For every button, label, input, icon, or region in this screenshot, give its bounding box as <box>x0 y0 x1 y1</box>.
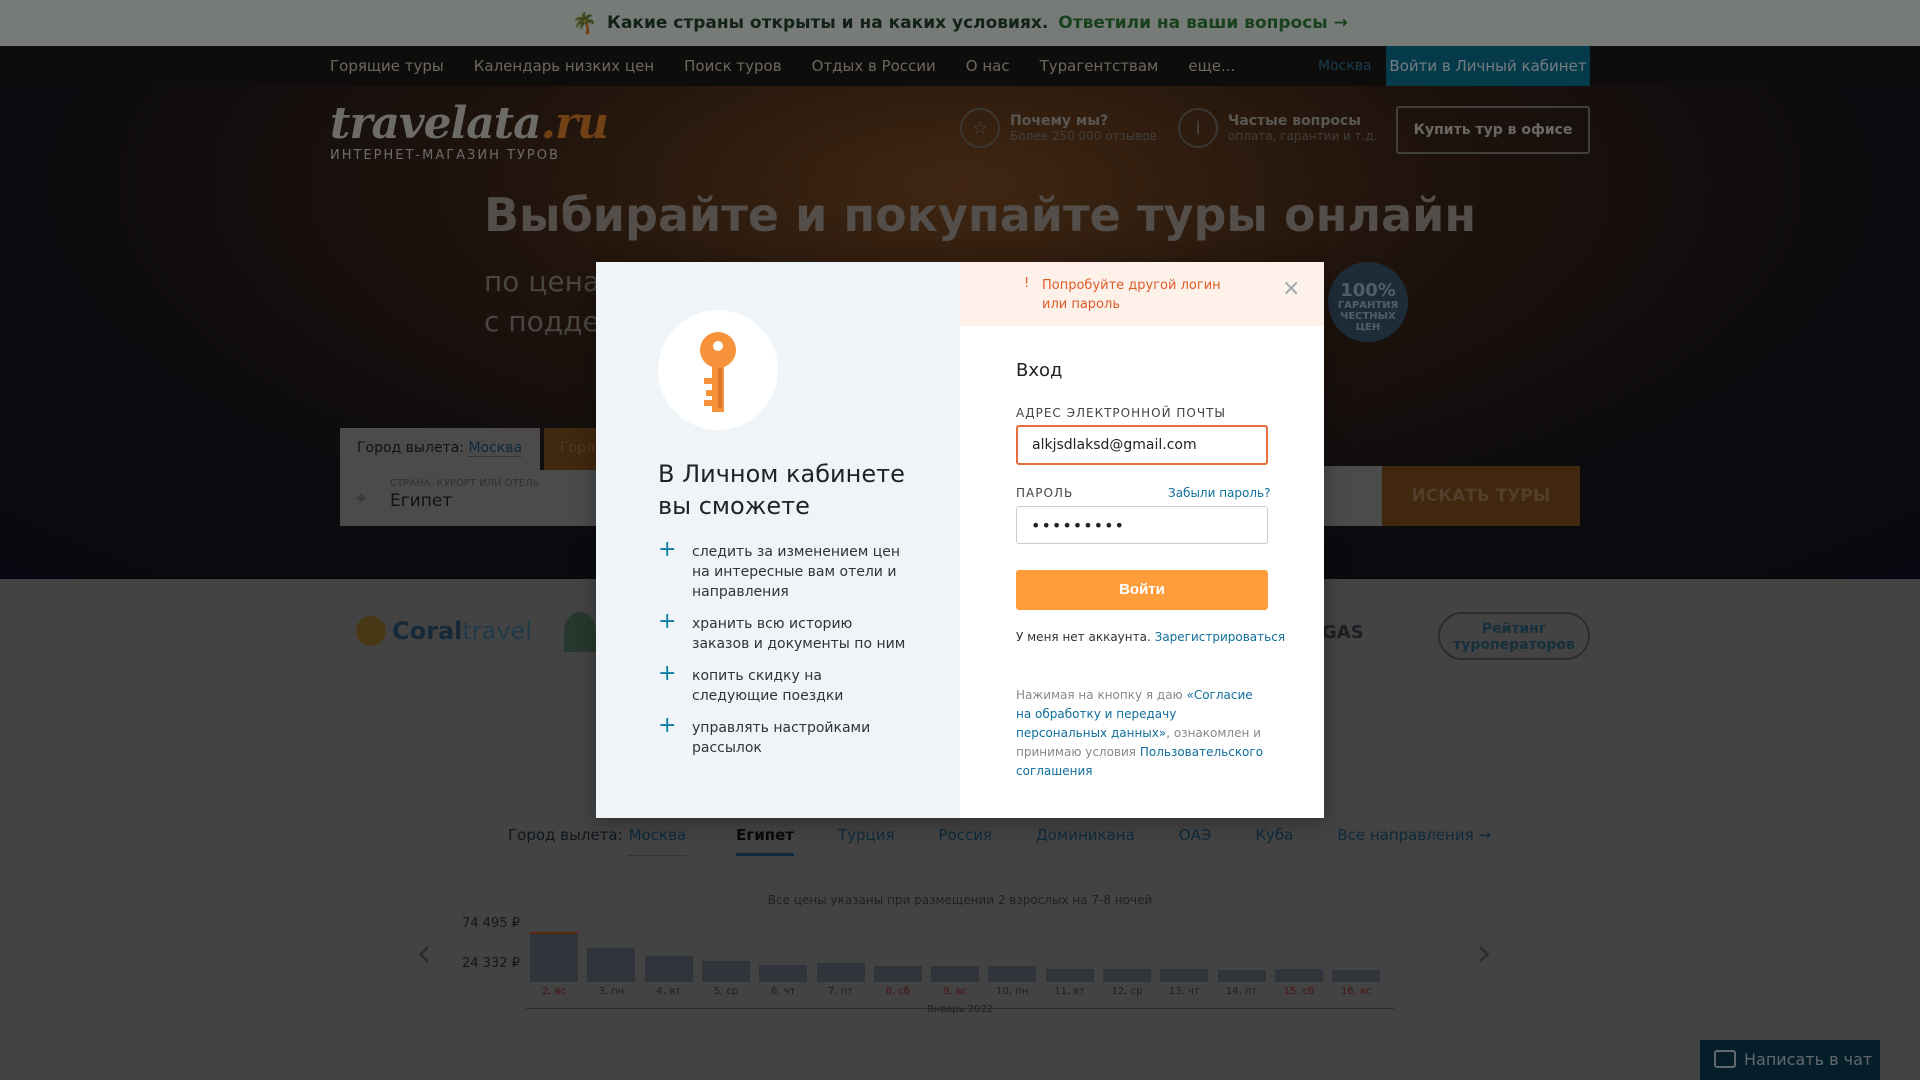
benefits-title: В Личном кабинете вы сможете <box>658 460 905 520</box>
plus-icon: + <box>658 713 677 738</box>
modal-benefits-panel: В Личном кабинете вы сможете + следить за… <box>596 262 960 818</box>
password-label: ПАРОЛЬ <box>1016 486 1074 500</box>
register-link[interactable]: Зарегистрироваться <box>1155 630 1285 644</box>
login-button[interactable]: Войти <box>1016 570 1268 610</box>
plus-icon: + <box>658 661 677 686</box>
legal-text: Нажимая на кнопку я даю «Согласие на обр… <box>1016 688 1264 778</box>
close-icon[interactable]: × <box>1282 276 1300 301</box>
benefit-item: + следить за изменением цен на интересные… <box>658 537 901 601</box>
password-field[interactable] <box>1016 506 1268 544</box>
benefit-item: + копить скидку на следующие поездки <box>658 661 844 705</box>
email-label: АДРЕС ЭЛЕКТРОННОЙ ПОЧТЫ <box>1016 406 1227 420</box>
plus-icon: + <box>658 537 677 562</box>
forgot-password-link[interactable]: Забыли пароль? <box>1168 486 1270 500</box>
key-icon <box>658 310 778 430</box>
login-modal: В Личном кабинете вы сможете + следить за… <box>596 262 1324 818</box>
warning-icon: ! <box>1024 276 1030 291</box>
benefits-list: + следить за изменением цен на интересные… <box>658 537 908 770</box>
plus-icon: + <box>658 609 677 634</box>
form-title: Вход <box>1016 360 1063 381</box>
login-form-panel: ! Попробуйте другой логин или пароль × В… <box>960 262 1324 818</box>
error-message: Попробуйте другой логин или пароль <box>1042 278 1221 312</box>
benefit-item: + управлять настройками рассылок <box>658 713 871 757</box>
error-banner: ! Попробуйте другой логин или пароль <box>960 262 1324 326</box>
benefit-item: + хранить всю историю заказов и документы… <box>658 609 906 653</box>
email-field[interactable] <box>1016 425 1268 465</box>
no-account-text: У меня нет аккаунта. Зарегистрироваться <box>1016 630 1286 644</box>
